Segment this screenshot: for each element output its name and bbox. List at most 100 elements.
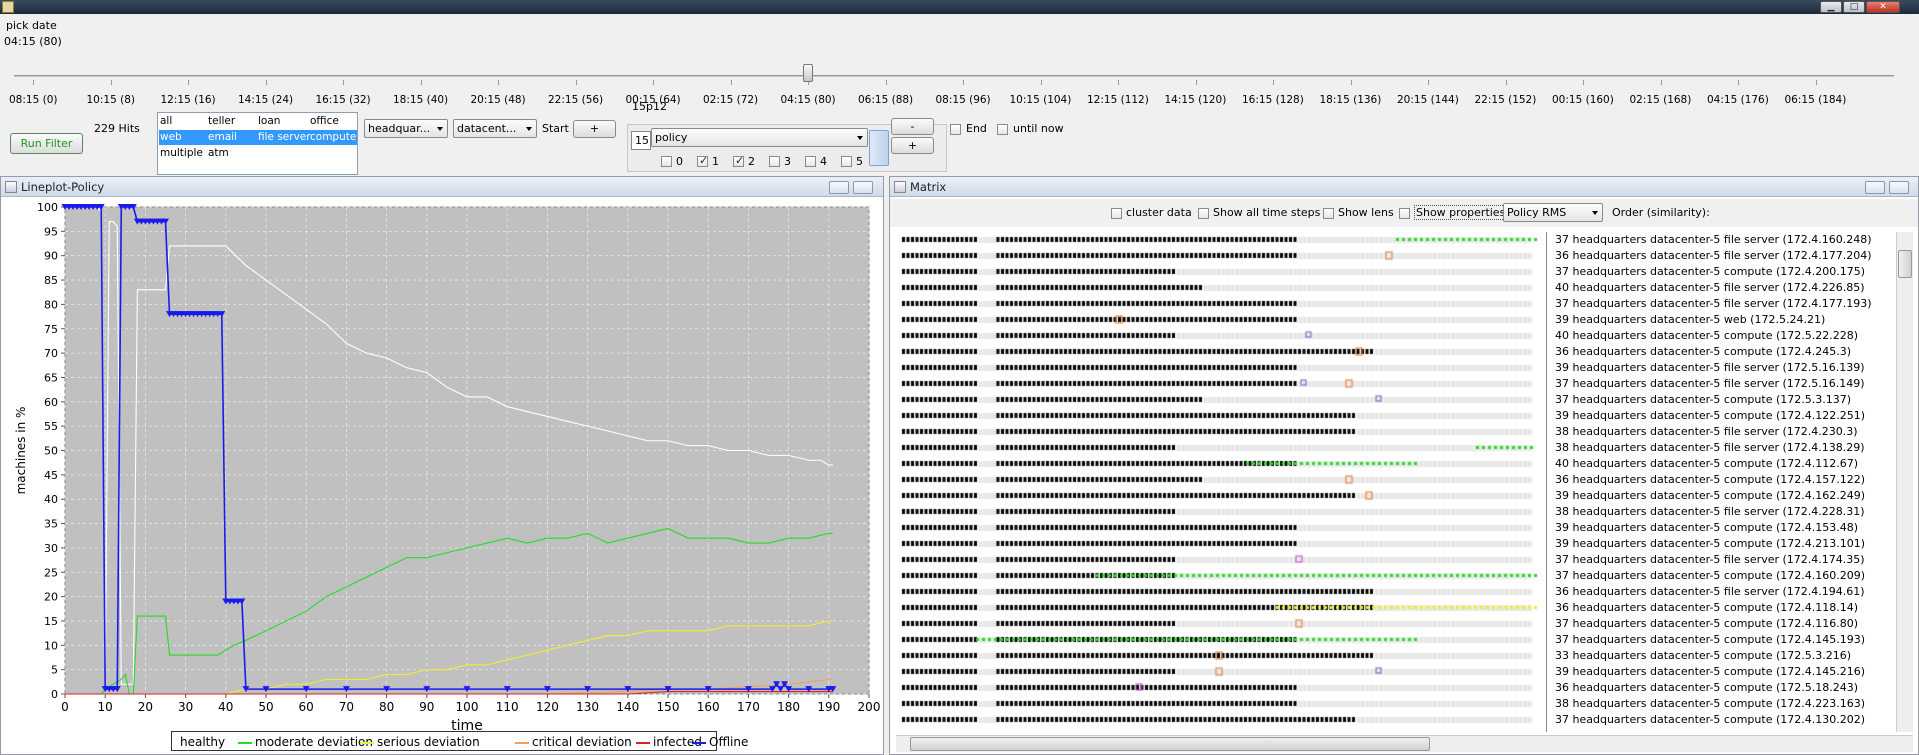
matrix-row-label[interactable]: 39 headquarters datacenter-5 compute (17…: [1547, 408, 1896, 424]
matrix-row-label[interactable]: 37 headquarters datacenter-5 compute (17…: [1547, 632, 1896, 648]
policy-spinner[interactable]: [869, 130, 889, 166]
datacenter-combo[interactable]: datacent...: [453, 119, 537, 138]
matrix-row-label[interactable]: 40 headquarters datacenter-5 compute (17…: [1547, 456, 1896, 472]
matrix-row-label[interactable]: 36 headquarters datacenter-5 file server…: [1547, 248, 1896, 264]
legend-label: Offline: [709, 735, 749, 749]
level-checkbox-5[interactable]: [841, 156, 852, 167]
matrix-row-label[interactable]: 40 headquarters datacenter-5 file server…: [1547, 280, 1896, 296]
category-item-email[interactable]: email: [208, 130, 237, 144]
cluster-data-checkbox[interactable]: [1111, 208, 1122, 219]
category-item-web[interactable]: web: [160, 130, 182, 144]
category-item-compute[interactable]: compute: [310, 130, 356, 144]
matrix-header: Matrix: [890, 177, 1918, 197]
minimize-icon[interactable]: [829, 181, 849, 194]
matrix-grid[interactable]: [896, 232, 1546, 732]
matrix-row-label[interactable]: 37 headquarters datacenter-5 compute (17…: [1547, 392, 1896, 408]
matrix-row-label[interactable]: 39 headquarters datacenter-5 compute (17…: [1547, 488, 1896, 504]
matrix-row-label[interactable]: 39 headquarters datacenter-5 compute (17…: [1547, 664, 1896, 680]
horizontal-scroll-thumb[interactable]: [910, 737, 1430, 751]
matrix-row-label[interactable]: 38 headquarters datacenter-5 file server…: [1547, 440, 1896, 456]
matrix-row-label[interactable]: 36 headquarters datacenter-5 compute (17…: [1547, 680, 1896, 696]
run-filter-button[interactable]: Run Filter: [10, 133, 83, 154]
matrix-row-label[interactable]: 40 headquarters datacenter-5 compute (17…: [1547, 328, 1896, 344]
slider-tick: [265, 80, 267, 85]
matrix-row-label[interactable]: 38 headquarters datacenter-5 compute (17…: [1547, 696, 1896, 712]
level-checkbox-1[interactable]: [697, 154, 708, 167]
category-item-file-server[interactable]: file server: [258, 130, 311, 144]
legend-item: moderate deviation: [238, 735, 373, 749]
category-item-all[interactable]: all: [160, 114, 172, 128]
matrix-row-label[interactable]: 36 headquarters datacenter-5 compute (17…: [1547, 600, 1896, 616]
matrix-row-label[interactable]: 37 headquarters datacenter-5 file server…: [1547, 232, 1896, 248]
show-all-time-steps-checkbox[interactable]: [1198, 208, 1209, 219]
window-icon: [894, 181, 906, 193]
category-list[interactable]: all teller loan office web email file server co…: [157, 112, 358, 175]
date-slider-thumb[interactable]: [803, 64, 813, 82]
x-tick-label: 90: [419, 700, 434, 714]
matrix-row-label[interactable]: 39 headquarters datacenter-5 compute (17…: [1547, 536, 1896, 552]
matrix-row-label[interactable]: 36 headquarters datacenter-5 file server…: [1547, 584, 1896, 600]
metric-combo[interactable]: Policy RMS: [1503, 203, 1603, 222]
matrix-row-label[interactable]: 37 headquarters datacenter-5 file server…: [1547, 296, 1896, 312]
level-checkbox-2[interactable]: [733, 154, 744, 167]
matrix-row-label[interactable]: 37 headquarters datacenter-5 file server…: [1547, 376, 1896, 392]
date-slider-track[interactable]: [14, 75, 1894, 77]
matrix-row-label[interactable]: 39 headquarters datacenter-5 compute (17…: [1547, 520, 1896, 536]
end-checkbox[interactable]: [950, 124, 961, 135]
matrix-row-label[interactable]: 37 headquarters datacenter-5 compute (17…: [1547, 568, 1896, 584]
matrix-row-label[interactable]: 33 headquarters datacenter-5 compute (17…: [1547, 648, 1896, 664]
level-checkbox-3[interactable]: [769, 156, 780, 167]
y-tick-label: 25: [44, 566, 58, 579]
remove-button[interactable]: -: [891, 118, 934, 135]
policy-combo[interactable]: policy: [651, 128, 868, 147]
matrix-row-label[interactable]: 37 headquarters datacenter-5 compute (17…: [1547, 264, 1896, 280]
datacenter-combo-value: datacent...: [457, 122, 517, 135]
maximize-icon[interactable]: [1889, 181, 1909, 194]
policy-number-field[interactable]: 15: [631, 131, 651, 150]
show-lens-checkbox[interactable]: [1323, 208, 1334, 219]
category-item-atm[interactable]: atm: [208, 146, 229, 160]
lineplot-chart[interactable]: 0 10 20 30 40 50 60 70 80 90 100 110 120 130 140 150 160…: [1, 197, 885, 732]
level-checkbox-4[interactable]: [805, 156, 816, 167]
x-tick-label: 110: [496, 700, 519, 714]
close-icon[interactable]: ✕: [1866, 1, 1900, 13]
maximize-icon[interactable]: □: [1843, 1, 1865, 13]
y-tick-label: 95: [44, 225, 58, 238]
matrix-row-labels[interactable]: 37 headquarters datacenter-5 file server…: [1546, 232, 1896, 732]
add-start-button[interactable]: +: [573, 120, 616, 138]
location-combo[interactable]: headquar...: [364, 119, 448, 138]
matrix-row-label[interactable]: 38 headquarters datacenter-5 file server…: [1547, 504, 1896, 520]
slider-tick: [110, 80, 112, 85]
show-all-time-steps-label: Show all time steps: [1213, 206, 1321, 219]
category-item-office[interactable]: office: [310, 114, 339, 128]
category-item-loan[interactable]: loan: [258, 114, 280, 128]
x-tick-label: 70: [339, 700, 354, 714]
vertical-scrollbar[interactable]: [1896, 232, 1913, 732]
show-properties-checkbox[interactable]: [1399, 208, 1410, 219]
minimize-icon[interactable]: [1865, 181, 1885, 194]
matrix-row-label[interactable]: 38 headquarters datacenter-5 file server…: [1547, 424, 1896, 440]
matrix-row-label[interactable]: 39 headquarters datacenter-5 file server…: [1547, 360, 1896, 376]
horizontal-scrollbar[interactable]: [896, 735, 1913, 752]
category-item-teller[interactable]: teller: [208, 114, 235, 128]
add-button[interactable]: +: [891, 137, 934, 154]
slider-tick: [1428, 80, 1429, 85]
matrix-row-label[interactable]: 37 headquarters datacenter-5 compute (17…: [1547, 616, 1896, 632]
matrix-row-label[interactable]: 37 headquarters datacenter-5 compute (17…: [1547, 712, 1896, 728]
vertical-scroll-thumb[interactable]: [1898, 250, 1912, 278]
window-titlebar: ▁ □ ✕: [0, 0, 1919, 14]
y-tick-label: 65: [44, 371, 58, 384]
slider-tick-label: 20:15 (144): [1397, 94, 1459, 106]
slider-tick: [730, 80, 732, 85]
matrix-row-label[interactable]: 36 headquarters datacenter-5 compute (17…: [1547, 472, 1896, 488]
matrix-row-label[interactable]: 37 headquarters datacenter-5 file server…: [1547, 552, 1896, 568]
category-item-multiple[interactable]: multiple: [160, 146, 203, 160]
matrix-row-label[interactable]: 36 headquarters datacenter-5 compute (17…: [1547, 344, 1896, 360]
minimize-icon[interactable]: ▁: [1820, 1, 1842, 13]
until-now-checkbox[interactable]: [997, 124, 1008, 135]
slider-tick-label: 12:15 (16): [160, 94, 216, 106]
matrix-row-label[interactable]: 39 headquarters datacenter-5 web (172.5.…: [1547, 312, 1896, 328]
pick-date-label: pick date: [6, 19, 57, 32]
maximize-icon[interactable]: [853, 181, 873, 194]
level-checkbox-0[interactable]: [661, 156, 672, 167]
